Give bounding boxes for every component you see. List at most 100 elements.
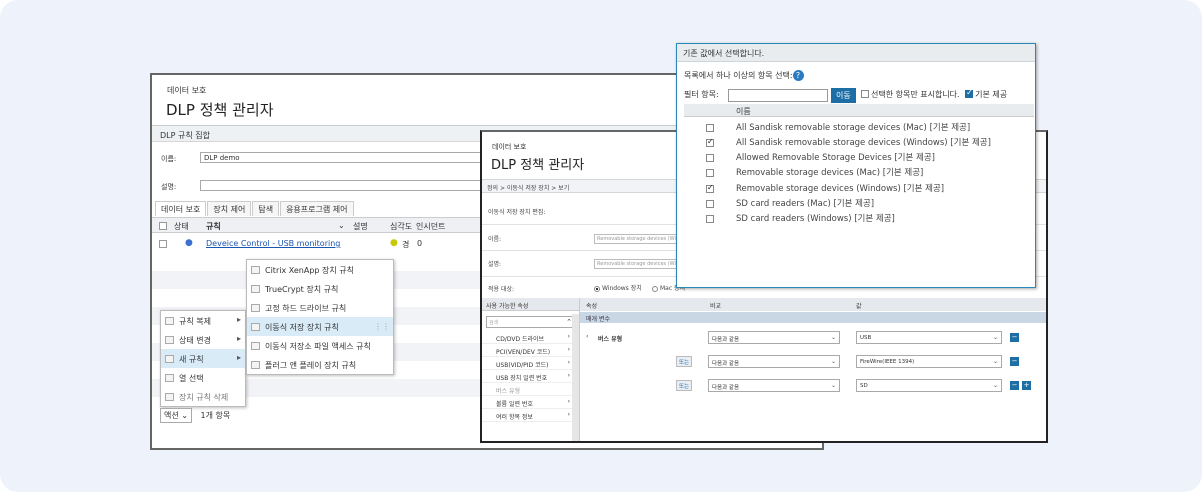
page-title: DLP 정책 관리자 <box>491 158 585 173</box>
severity-value: 경 <box>402 240 410 249</box>
row-checkbox[interactable] <box>159 240 167 248</box>
comparison-dropdown[interactable]: 다음과 같음 ⌄ <box>708 379 840 392</box>
status-dot-icon: ● <box>185 238 193 248</box>
item-checkbox[interactable] <box>706 215 714 223</box>
dialog-prompt: 목록에서 하나 이상의 항목 선택:? <box>684 70 804 81</box>
submenu-item-fixed-drive[interactable]: 고정 하드 드라이브 규칙 <box>247 298 393 317</box>
apply-to-label: 적용 대상: <box>488 286 515 293</box>
status-icon <box>165 336 174 344</box>
menu-item-new-rule[interactable]: 새 규칙 ▸ <box>161 349 245 368</box>
select-all-checkbox[interactable] <box>159 222 167 230</box>
column-incident[interactable]: 인시던트 <box>416 221 445 232</box>
chevron-right-icon: ▸ <box>236 334 241 343</box>
edit-label: 이동식 저장 장치 편집: <box>488 209 546 216</box>
property-item[interactable]: USB(VID/PID 코드) › <box>482 357 579 370</box>
item-count: 1개 항목 <box>200 411 231 420</box>
value-dropdown[interactable]: FireWire(IEEE 1394) ⌄ <box>856 355 1002 368</box>
property-item[interactable]: PCI(VEN/DEV 코드) › <box>482 344 579 357</box>
remove-condition-button[interactable]: − <box>1010 357 1019 366</box>
list-item[interactable]: Allowed Removable Storage Devices [기본 제공… <box>684 151 1034 166</box>
menu-item-change-status[interactable]: 상태 변경 ▸ <box>161 330 245 349</box>
columns-icon <box>165 374 174 382</box>
chevron-down-icon: ⌄ <box>830 382 836 389</box>
parameter-band: 매개 변수 <box>580 312 1046 323</box>
submenu-item-file-access[interactable]: 이동식 저장소 파일 액세스 규칙 <box>247 336 393 355</box>
value-dropdown[interactable]: USB ⌄ <box>856 331 1002 344</box>
submenu-item-citrix[interactable]: Citrix XenApp 장치 규칙 <box>247 260 393 279</box>
or-button[interactable]: 또는 <box>676 380 693 391</box>
column-attribute: 속성 <box>586 303 598 310</box>
window-subtitle: 데이터 보호 <box>492 143 527 151</box>
property-item[interactable]: 여러 항목 정보 › <box>482 409 579 422</box>
new-rule-submenu: Citrix XenApp 장치 규칙 TrueCrypt 장치 규칙 고정 하… <box>246 259 394 375</box>
property-item[interactable]: USB 장치 일련 번호 › <box>482 370 579 383</box>
properties-scrollbar[interactable] <box>572 314 579 441</box>
help-icon[interactable]: ? <box>792 70 804 81</box>
column-value: 값 <box>856 303 862 310</box>
list-item[interactable]: All Sandisk removable storage devices (W… <box>684 136 1034 151</box>
column-rule[interactable]: 규칙 <box>206 221 221 232</box>
radio-windows[interactable]: Windows 장치 <box>594 283 642 292</box>
list-item[interactable]: SD card readers (Mac) [기본 제공] <box>684 197 1034 212</box>
condition-row: 또는 다음과 같음 ⌄ FireWire(IEEE 1394) ⌄ − <box>580 355 1046 369</box>
default-provided-label: 기본 제공 <box>975 90 1008 99</box>
action-dropdown[interactable]: 액션 ⌄ <box>160 408 192 423</box>
item-checkbox[interactable] <box>706 169 714 177</box>
default-provided-checkbox[interactable] <box>965 88 974 98</box>
chevron-down-icon: ⌄ <box>830 358 836 365</box>
column-description[interactable]: 설명 <box>353 221 368 232</box>
list-item[interactable]: SD card readers (Windows) [기본 제공] <box>684 212 1034 227</box>
menu-item-delete-device-rule[interactable]: 장치 규칙 삭제 <box>161 387 245 406</box>
chevron-right-icon: › <box>567 372 570 379</box>
comparison-dropdown[interactable]: 다음과 같음 ⌄ <box>708 331 840 344</box>
list-item[interactable]: All Sandisk removable storage devices (M… <box>684 121 1034 136</box>
or-button[interactable]: 또는 <box>676 356 693 367</box>
column-severity[interactable]: 심각도 <box>390 221 412 232</box>
remove-condition-button[interactable]: − <box>1010 333 1019 342</box>
submenu-item-plug-and-play[interactable]: 플러그 앤 플레이 장치 규칙 <box>247 355 393 374</box>
add-condition-button[interactable]: + <box>1022 381 1031 390</box>
item-checkbox[interactable] <box>706 200 714 208</box>
item-checkbox[interactable] <box>706 124 714 132</box>
sort-chevron-icon[interactable]: ⌄ <box>338 221 345 230</box>
chevron-right-icon: › <box>567 411 570 418</box>
menu-item-select-columns[interactable]: 열 선택 <box>161 368 245 387</box>
item-checkbox-checked[interactable] <box>706 183 714 193</box>
collapse-chevron-icon[interactable]: ‹ <box>586 333 588 340</box>
property-item[interactable]: 볼륨 일련 번호 › <box>482 396 579 409</box>
tab-device-control[interactable]: 장치 제어 <box>207 201 252 216</box>
property-search-input[interactable]: 검색 ⌃ <box>486 316 575 328</box>
tab-application-control[interactable]: 응용프로그램 제어 <box>280 201 354 216</box>
description-field[interactable] <box>200 180 488 191</box>
filter-input[interactable] <box>728 89 828 102</box>
property-item[interactable]: CD/DVD 드라이브 › <box>482 331 579 344</box>
tab-discovery[interactable]: 탐색 <box>252 201 280 216</box>
show-selected-checkbox[interactable] <box>861 90 869 98</box>
drag-grip-icon: ⋮⋮ <box>374 322 390 331</box>
item-checkbox-checked[interactable] <box>706 137 714 147</box>
chevron-right-icon: › <box>567 333 570 340</box>
submenu-item-removable-storage[interactable]: 이동식 저장 장치 규칙 ⋮⋮ <box>247 317 393 336</box>
property-item[interactable]: 버스 유형 <box>482 383 579 396</box>
chevron-down-icon: ⌄ <box>830 334 836 341</box>
menu-item-duplicate-rule[interactable]: 규칙 복제 ▸ <box>161 311 245 330</box>
rule-link[interactable]: Deveice Control - USB monitoring <box>206 239 340 248</box>
chevron-right-icon: › <box>567 346 570 353</box>
rule-icon <box>251 304 260 312</box>
column-status[interactable]: 상태 <box>174 221 189 232</box>
tab-data-protection[interactable]: 데이터 보호 <box>155 201 207 216</box>
rule-icon <box>251 361 260 369</box>
remove-condition-button[interactable]: − <box>1010 381 1019 390</box>
item-checkbox[interactable] <box>706 154 714 162</box>
severity-dot-icon: ● <box>390 238 398 248</box>
available-properties-panel: 사용 가능한 속성 검색 ⌃ CD/DVD 드라이브 › PCI(VEN/DEV 코… <box>482 298 580 441</box>
name-field[interactable]: DLP demo <box>200 152 488 163</box>
submenu-item-truecrypt[interactable]: TrueCrypt 장치 규칙 <box>247 279 393 298</box>
comparison-dropdown[interactable]: 다음과 같음 ⌄ <box>708 355 840 368</box>
value-dropdown[interactable]: SD ⌄ <box>856 379 1002 392</box>
list-item[interactable]: Removable storage devices (Mac) [기본 제공] <box>684 166 1034 181</box>
condition-attribute: 버스 유형 <box>598 336 623 343</box>
chevron-right-icon: › <box>567 359 570 366</box>
list-item[interactable]: Removable storage devices (Windows) [기본 … <box>684 182 1034 197</box>
filter-go-button[interactable]: 이동 <box>831 88 856 103</box>
